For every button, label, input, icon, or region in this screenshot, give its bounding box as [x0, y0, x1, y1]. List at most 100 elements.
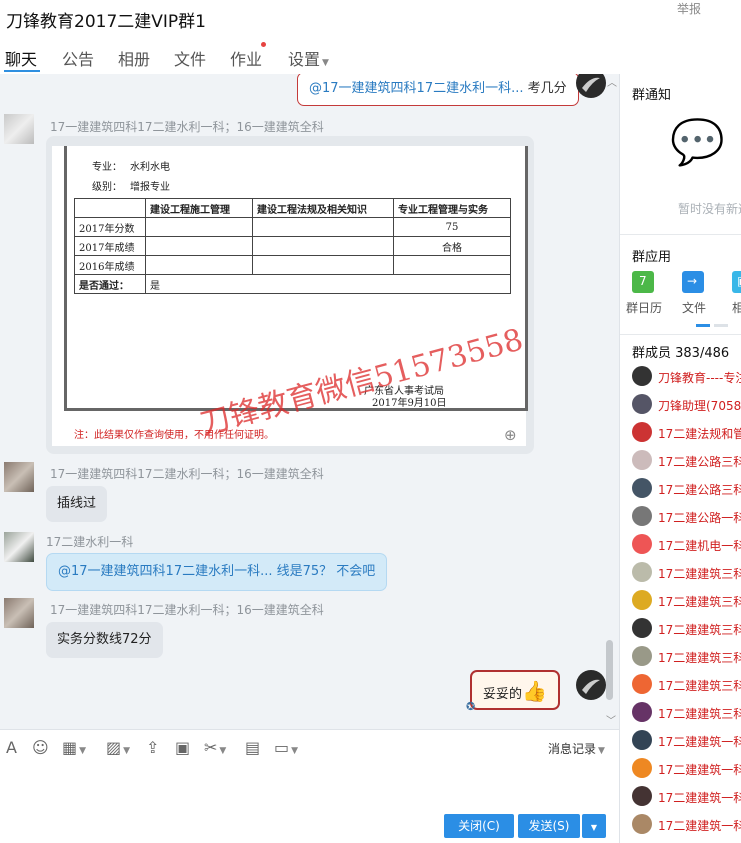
member-name: 刀锋助理(705830	[658, 399, 741, 413]
member-avatar[interactable]	[632, 786, 652, 806]
table-cell: 2017年成绩	[74, 236, 146, 256]
emoji-icon[interactable]: ☺	[32, 738, 49, 757]
notice-title: 群通知	[632, 88, 672, 103]
member-item[interactable]: 17二建建筑三科	[632, 702, 741, 724]
active-tab-indicator	[4, 70, 40, 72]
file-icon[interactable]: →	[682, 271, 704, 293]
tab-album[interactable]: 相册	[118, 46, 150, 70]
sender-avatar[interactable]	[4, 532, 34, 562]
table-cell	[252, 236, 394, 256]
upload-icon[interactable]: ⇪	[146, 738, 159, 757]
member-avatar[interactable]	[632, 814, 652, 834]
tab-files[interactable]: 文件	[174, 46, 206, 70]
tab-announcement[interactable]: 公告	[62, 46, 94, 70]
member-item[interactable]: 17二建建筑三科	[632, 618, 741, 640]
self-avatar[interactable]	[576, 670, 606, 700]
message-bubble[interactable]: @17一建建筑四科17二建水利一科... 线是75？ 不会吧	[46, 553, 388, 591]
member-avatar[interactable]	[632, 590, 652, 610]
apps-title: 群应用	[632, 250, 672, 265]
zoom-in-icon[interactable]: ⊕	[504, 426, 517, 444]
member-avatar[interactable]	[632, 394, 652, 414]
member-avatar[interactable]	[632, 478, 652, 498]
member-avatar[interactable]	[632, 702, 652, 722]
member-avatar[interactable]	[632, 450, 652, 470]
chat-tool-icon[interactable]: ▭ ▼	[274, 738, 298, 757]
member-item[interactable]: 17二建建筑一科	[632, 758, 741, 780]
table-cell	[252, 217, 394, 237]
mention-link[interactable]: @17一建建筑四科17二建水利一科...	[58, 564, 272, 579]
member-avatar[interactable]	[632, 506, 652, 526]
member-avatar[interactable]	[632, 534, 652, 554]
message-record-button[interactable]: 消息记录 ▼	[548, 740, 605, 757]
member-item[interactable]: 17二建建筑一科	[632, 814, 741, 836]
album-icon[interactable]: ▣	[732, 271, 741, 293]
member-item[interactable]: 17二建公路一科	[632, 506, 741, 528]
member-item[interactable]: 17二建公路三科	[632, 450, 741, 472]
separator	[620, 234, 741, 235]
member-avatar[interactable]	[632, 618, 652, 638]
member-avatar[interactable]	[632, 674, 652, 694]
tab-settings[interactable]: 设置 ▼	[288, 46, 329, 70]
mention-link[interactable]: @17一建建筑四科17二建水利一科...	[309, 81, 523, 96]
table-cell	[393, 255, 511, 275]
member-item[interactable]: 17二建建筑一科	[632, 730, 741, 752]
thumbs-up-icon: 👍	[522, 679, 547, 703]
tab-chat[interactable]: 聊天	[5, 46, 37, 70]
chevron-down-icon: ▼	[590, 823, 598, 832]
app-calendar-label[interactable]: 群日历	[626, 299, 662, 316]
member-item[interactable]: 刀锋助理(705830	[632, 394, 741, 416]
member-avatar[interactable]	[632, 646, 652, 666]
gif-icon[interactable]: ▦ ▼	[62, 738, 86, 757]
sender-avatar[interactable]	[4, 598, 34, 628]
scroll-up-icon[interactable]: ︿	[607, 74, 617, 89]
gift-icon[interactable]: ▣	[175, 738, 190, 757]
scroll-down-icon[interactable]: ﹀	[606, 712, 616, 727]
scrollbar-thumb[interactable]	[606, 640, 613, 700]
table-cell	[145, 217, 253, 237]
empty-notice-icon: 💬	[670, 117, 725, 168]
image-icon[interactable]: ▨ ▼	[106, 738, 130, 757]
member-avatar[interactable]	[632, 422, 652, 442]
red-packet-icon[interactable]: ▤	[245, 738, 260, 757]
member-avatar[interactable]	[632, 562, 652, 582]
member-item[interactable]: 17二建建筑三科	[632, 674, 741, 696]
self-message-bubble[interactable]: 妥妥的👍	[470, 670, 560, 710]
input-toolbar: A ☺ ▦ ▼ ▨ ▼ ⇪ ▣ ✂ ▼ ▤ ▭ ▼ 消息记录 ▼	[0, 729, 619, 766]
member-avatar[interactable]	[632, 758, 652, 778]
member-item[interactable]: 17二建建筑三科	[632, 590, 741, 612]
member-item[interactable]: 17二建公路三科	[632, 478, 741, 500]
member-name: 17二建公路三科	[658, 483, 741, 497]
report-link[interactable]: 举报	[677, 0, 701, 17]
scissors-icon[interactable]: ✂ ▼	[204, 738, 226, 757]
close-button[interactable]: 关闭(C)	[444, 814, 514, 838]
quote-text: 考几分	[523, 81, 567, 96]
send-options-button[interactable]: ▼	[582, 814, 606, 838]
app-file-label[interactable]: 文件	[682, 299, 706, 316]
chat-area[interactable]: @17一建建筑四科17二建水利一科... 考几分 ︿ 17一建建筑四科17二建水…	[0, 74, 619, 729]
member-avatar[interactable]	[632, 730, 652, 750]
table-cell: 75	[393, 217, 511, 237]
sender-avatar[interactable]	[4, 114, 34, 144]
quote-bubble[interactable]: @17一建建筑四科17二建水利一科... 考几分	[297, 74, 579, 106]
member-item[interactable]: 17二建建筑三科	[632, 646, 741, 668]
message-bubble[interactable]: 插线过	[46, 486, 108, 522]
apps-page-indicator	[696, 324, 710, 327]
tab-bar: 聊天 公告 相册 文件 作业 设置 ▼	[0, 38, 620, 72]
calendar-icon[interactable]: 7	[632, 271, 654, 293]
member-item[interactable]: 17二建建筑一科	[632, 786, 741, 808]
message-bubble[interactable]: 实务分数线72分	[46, 622, 163, 658]
member-item[interactable]: 刀锋教育----专注	[632, 366, 741, 388]
member-avatar[interactable]	[632, 366, 652, 386]
font-icon[interactable]: A	[6, 738, 17, 757]
member-name: 17二建建筑一科	[658, 819, 741, 833]
send-button[interactable]: 发送(S)	[518, 814, 580, 838]
table-cell: 2016年成绩	[74, 255, 146, 275]
self-avatar[interactable]	[576, 74, 606, 98]
app-album-label[interactable]: 相册	[732, 299, 741, 316]
member-item[interactable]: 17二建机电一科	[632, 534, 741, 556]
tab-homework[interactable]: 作业	[230, 46, 262, 70]
member-item[interactable]: 17二建建筑三科	[632, 562, 741, 584]
member-item[interactable]: 17二建法规和管	[632, 422, 741, 444]
member-name: 17二建建筑一科	[658, 763, 741, 777]
sender-avatar[interactable]	[4, 462, 34, 492]
